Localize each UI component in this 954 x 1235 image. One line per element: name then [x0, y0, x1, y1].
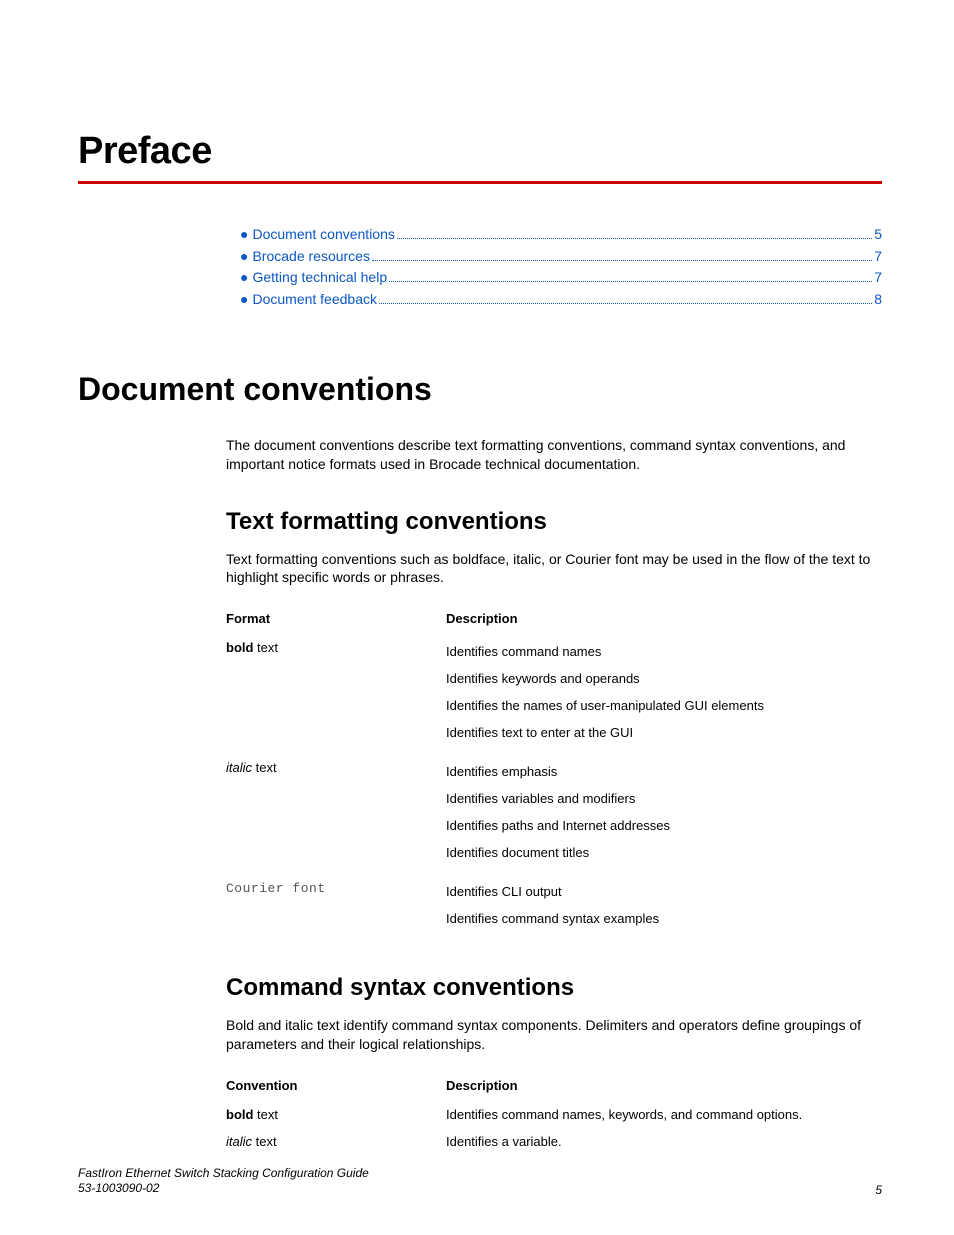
command-syntax-table: Convention Description bold text Identif…: [226, 1074, 842, 1155]
section-intro: The document conventions describe text f…: [226, 436, 882, 474]
table-row: bold text Identifies command names, keyw…: [226, 1101, 842, 1128]
toc-label: Brocade resources: [252, 246, 370, 268]
section-title: Document conventions: [78, 371, 882, 408]
bullet-icon: ●: [240, 267, 248, 289]
footer-guide-title: FastIron Ethernet Switch Stacking Config…: [78, 1166, 369, 1182]
text-formatting-table: Format Description bold text Identifies …: [226, 607, 804, 940]
toc-page: 8: [874, 289, 882, 311]
desc-line: Identifies keywords and operands: [446, 667, 764, 694]
toc-dots: [372, 249, 872, 261]
table-header-row: Format Description: [226, 607, 804, 634]
bullet-icon: ●: [240, 246, 248, 268]
table-row: italic text Identifies emphasis Identifi…: [226, 754, 804, 874]
desc-line: Identifies the names of user-manipulated…: [446, 694, 764, 721]
command-syntax-intro: Bold and italic text identify command sy…: [226, 1016, 882, 1054]
footer-doc-number: 53-1003090-02: [78, 1181, 369, 1197]
toc-page: 5: [874, 224, 882, 246]
toc-item[interactable]: ● Document feedback 8: [240, 289, 882, 311]
description-cell: Identifies CLI output Identifies command…: [446, 874, 804, 940]
desc-line: Identifies variables and modifiers: [446, 787, 764, 814]
table-row: bold text Identifies command names Ident…: [226, 634, 804, 754]
desc-line: Identifies emphasis: [446, 760, 764, 787]
desc-line: Identifies document titles: [446, 841, 764, 868]
subsection-title-command-syntax: Command syntax conventions: [226, 974, 882, 1002]
desc-line: Identifies command names: [446, 640, 764, 667]
format-style-word: bold: [226, 640, 253, 655]
toc-item[interactable]: ● Document conventions 5: [240, 224, 882, 246]
toc-dots: [379, 292, 872, 304]
toc-label: Document feedback: [252, 289, 377, 311]
table-header-convention: Convention: [226, 1074, 446, 1101]
description-cell: Identifies command names, keywords, and …: [446, 1101, 842, 1128]
description-cell: Identifies a variable.: [446, 1128, 842, 1155]
toc-dots: [397, 227, 872, 239]
table-row: Courier font Identifies CLI output Ident…: [226, 874, 804, 940]
page-footer: FastIron Ethernet Switch Stacking Config…: [78, 1166, 882, 1197]
subsection-title-text-formatting: Text formatting conventions: [226, 508, 882, 536]
desc-line: Identifies paths and Internet addresses: [446, 814, 764, 841]
desc-line: Identifies CLI output: [446, 880, 764, 907]
convention-cell: italic text: [226, 1128, 446, 1155]
desc-line: Identifies command syntax examples: [446, 907, 764, 934]
description-cell: Identifies emphasis Identifies variables…: [446, 754, 804, 874]
toc: ● Document conventions 5 ● Brocade resou…: [240, 224, 882, 311]
toc-page: 7: [874, 267, 882, 289]
text-formatting-intro: Text formatting conventions such as bold…: [226, 550, 882, 588]
description-cell: Identifies command names Identifies keyw…: [446, 634, 804, 754]
convention-cell: bold text: [226, 1101, 446, 1128]
table-header-description: Description: [446, 1074, 842, 1101]
format-style-word: Courier font: [226, 881, 326, 896]
table-row: italic text Identifies a variable.: [226, 1128, 842, 1155]
format-cell: bold text: [226, 634, 446, 754]
bullet-icon: ●: [240, 289, 248, 311]
table-header-row: Convention Description: [226, 1074, 842, 1101]
bullet-icon: ●: [240, 224, 248, 246]
format-suffix: text: [253, 1107, 278, 1122]
format-cell: Courier font: [226, 874, 446, 940]
desc-line: Identifies text to enter at the GUI: [446, 721, 764, 748]
toc-page: 7: [874, 246, 882, 268]
toc-dots: [389, 270, 872, 282]
format-suffix: text: [252, 1134, 277, 1149]
format-suffix: text: [253, 640, 278, 655]
chapter-title: Preface: [78, 130, 882, 173]
format-style-word: bold: [226, 1107, 253, 1122]
table-header-format: Format: [226, 607, 446, 634]
red-rule: [78, 181, 882, 184]
format-style-word: italic: [226, 1134, 252, 1149]
format-suffix: text: [252, 760, 277, 775]
toc-item[interactable]: ● Getting technical help 7: [240, 267, 882, 289]
toc-item[interactable]: ● Brocade resources 7: [240, 246, 882, 268]
footer-page-number: 5: [875, 1183, 882, 1197]
format-style-word: italic: [226, 760, 252, 775]
toc-label: Getting technical help: [252, 267, 387, 289]
toc-label: Document conventions: [252, 224, 394, 246]
table-header-description: Description: [446, 607, 804, 634]
format-cell: italic text: [226, 754, 446, 874]
